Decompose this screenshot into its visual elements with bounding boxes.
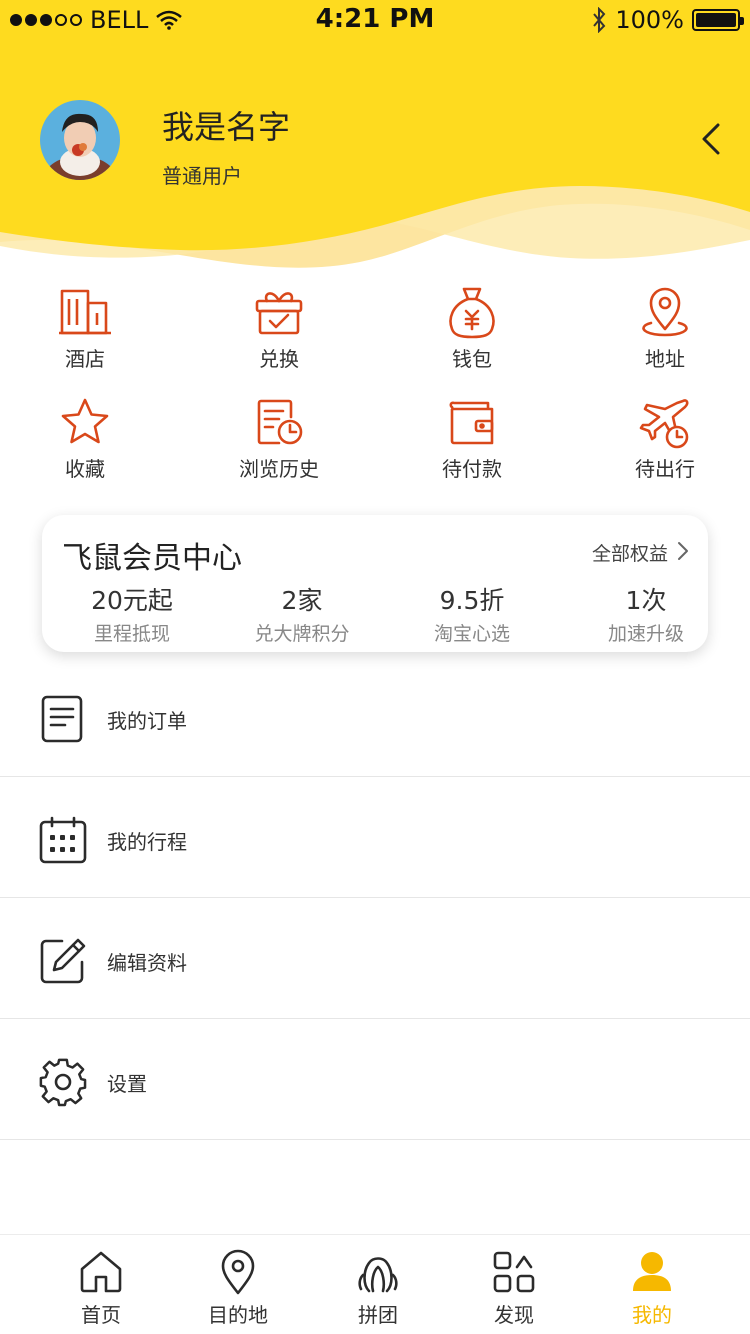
benefit-value: 2家 <box>281 586 323 615</box>
action-history[interactable]: 浏览历史 <box>204 395 354 482</box>
benefit-points[interactable]: 2家 兑大牌积分 <box>227 581 377 646</box>
hotel-icon <box>59 289 111 335</box>
benefit-value: 20元起 <box>91 586 173 615</box>
avatar[interactable] <box>40 100 120 180</box>
bluetooth-icon <box>593 7 606 33</box>
bottom-tab-bar: 首页 目的地 拼团 发现 我的 <box>0 1234 750 1334</box>
benefit-value: 1次 <box>625 586 667 615</box>
history-icon <box>257 399 303 445</box>
action-wallet[interactable]: 钱包 <box>397 285 547 372</box>
battery-icon <box>692 9 744 31</box>
gear-icon <box>39 1058 87 1107</box>
action-label: 待付款 <box>442 457 502 481</box>
calendar-icon <box>39 816 87 864</box>
action-label: 地址 <box>645 347 685 371</box>
group-icon <box>358 1257 398 1293</box>
gift-icon <box>255 292 303 335</box>
benefit-mileage[interactable]: 20元起 里程抵现 <box>57 581 207 646</box>
action-favorites[interactable]: 收藏 <box>10 395 160 482</box>
document-icon <box>41 695 83 743</box>
edit-icon <box>40 938 86 984</box>
wallet-icon <box>449 401 494 445</box>
action-label: 待出行 <box>635 457 695 481</box>
tab-label: 拼团 <box>358 1303 398 1327</box>
menu-item-itinerary[interactable]: 我的行程 <box>0 777 750 898</box>
location-pin-icon <box>642 287 688 337</box>
menu-item-settings[interactable]: 设置 <box>0 1019 750 1140</box>
member-center-card[interactable]: 飞鼠会员中心 全部权益 20元起 里程抵现 2家 兑大牌积分 9.5折 淘宝心选… <box>42 515 708 652</box>
star-icon <box>61 398 109 444</box>
benefit-desc: 里程抵现 <box>93 623 170 645</box>
action-address[interactable]: 地址 <box>590 285 740 372</box>
tab-mine[interactable]: 我的 <box>592 1249 712 1328</box>
action-hotel[interactable]: 酒店 <box>10 285 160 372</box>
action-label: 兑换 <box>259 347 299 371</box>
action-label: 收藏 <box>65 457 105 481</box>
action-exchange[interactable]: 兑换 <box>204 285 354 372</box>
tab-label: 我的 <box>632 1303 672 1327</box>
tab-group-buy[interactable]: 拼团 <box>318 1249 438 1328</box>
tab-destination[interactable]: 目的地 <box>178 1249 298 1328</box>
tab-label: 发现 <box>494 1303 534 1327</box>
battery-percentage: 100% <box>615 6 684 34</box>
benefit-desc: 加速升级 <box>607 623 684 645</box>
menu-label: 我的行程 <box>107 830 187 854</box>
plane-clock-icon <box>639 399 689 449</box>
status-bar: BELL 4:21 PM 100% <box>0 0 750 40</box>
benefit-value: 9.5折 <box>439 586 505 615</box>
user-name: 我是名字 <box>162 108 291 146</box>
menu-label: 我的订单 <box>107 709 187 733</box>
benefit-upgrade[interactable]: 1次 加速升级 <box>571 581 721 646</box>
action-label: 钱包 <box>452 347 492 371</box>
menu-item-orders[interactable]: 我的订单 <box>0 656 750 777</box>
action-pending-payment[interactable]: 待付款 <box>397 395 547 482</box>
benefit-discount[interactable]: 9.5折 淘宝心选 <box>397 581 547 646</box>
tab-label: 目的地 <box>208 1303 268 1327</box>
profile-menu: 我的订单 我的行程 编辑资料 设置 <box>0 656 750 1140</box>
money-bag-icon <box>449 287 495 339</box>
benefit-desc: 淘宝心选 <box>433 623 510 645</box>
action-label: 酒店 <box>65 347 105 371</box>
tab-label: 首页 <box>81 1303 121 1327</box>
action-upcoming-trips[interactable]: 待出行 <box>590 395 740 482</box>
benefit-desc: 兑大牌积分 <box>254 623 350 645</box>
menu-label: 设置 <box>107 1072 147 1096</box>
home-icon <box>80 1251 122 1293</box>
chevron-left-icon[interactable] <box>696 122 726 156</box>
user-icon <box>633 1252 671 1291</box>
member-center-title: 飞鼠会员中心 <box>62 541 242 576</box>
location-icon <box>221 1249 255 1295</box>
all-benefits-link[interactable]: 全部权益 <box>592 539 668 566</box>
user-level: 普通用户 <box>162 164 242 188</box>
tab-home[interactable]: 首页 <box>41 1249 161 1328</box>
action-label: 浏览历史 <box>239 457 319 481</box>
chevron-right-icon[interactable] <box>676 541 690 561</box>
tab-discover[interactable]: 发现 <box>454 1249 574 1328</box>
discover-icon <box>493 1251 535 1293</box>
menu-item-edit-profile[interactable]: 编辑资料 <box>0 898 750 1019</box>
menu-label: 编辑资料 <box>107 951 187 975</box>
